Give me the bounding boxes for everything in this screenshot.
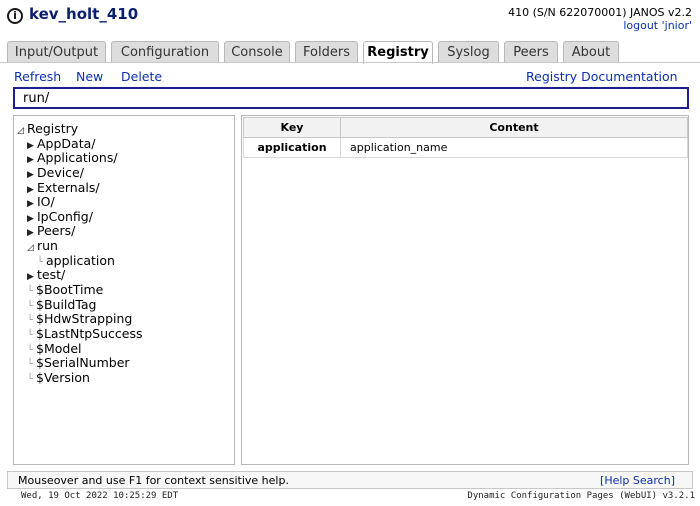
tree-item-label: Registry <box>27 121 79 136</box>
tree-branch-icon: └ <box>27 374 34 385</box>
tree-item-label: AppData/ <box>37 136 96 151</box>
device-name: kev_holt_410 <box>29 5 139 23</box>
collapsed-triangle-icon: ▶ <box>27 228 34 238</box>
tab-divider <box>0 62 700 63</box>
tree-item-label: Device/ <box>37 165 84 180</box>
expanded-triangle-icon: ◿ <box>27 243 34 253</box>
registry-path-input[interactable] <box>13 87 689 109</box>
tree-item-label: Peers/ <box>37 223 76 238</box>
registry-documentation-link[interactable]: Registry Documentation <box>526 69 678 84</box>
refresh-link[interactable]: Refresh <box>14 69 61 84</box>
tab-about[interactable]: About <box>563 41 619 63</box>
logout-link[interactable]: logout 'jnior' <box>508 19 692 32</box>
status-bar: Mouseover and use F1 for context sensiti… <box>7 471 693 489</box>
toolbar: Refresh New Delete Registry Documentatio… <box>0 68 700 86</box>
tab-console[interactable]: Console <box>224 41 290 63</box>
tree-item-label: $SerialNumber <box>36 355 130 370</box>
footer-timestamp: Wed, 19 Oct 2022 10:25:29 EDT <box>21 491 179 501</box>
tree-item-version[interactable]: └ $Version <box>27 371 90 387</box>
cell-key[interactable]: application <box>243 137 341 158</box>
cell-content[interactable]: application_name <box>340 137 688 158</box>
info-logo-icon: i <box>7 8 23 24</box>
tab-configuration[interactable]: Configuration <box>111 41 219 63</box>
tab-folders[interactable]: Folders <box>295 41 358 63</box>
tree-item-label: $BootTime <box>36 282 104 297</box>
tab-input-output[interactable]: Input/Output <box>7 41 106 63</box>
table-row[interactable]: application application_name <box>243 137 688 158</box>
tree-branch-icon: └ <box>27 330 34 341</box>
footer-version: Dynamic Configuration Pages (WebUI) v3.2… <box>467 491 695 501</box>
expanded-triangle-icon: ◿ <box>17 126 24 136</box>
help-hint-text: Mouseover and use F1 for context sensiti… <box>18 474 289 487</box>
tree-item-label: $Model <box>36 341 82 356</box>
tree-item-label: run <box>37 238 58 253</box>
collapsed-triangle-icon: ▶ <box>27 155 34 165</box>
tree-item-label: IpConfig/ <box>37 209 93 224</box>
tree-item-label: $HdwStrapping <box>36 311 133 326</box>
tab-registry[interactable]: Registry <box>363 41 433 64</box>
column-header-content[interactable]: Content <box>340 117 688 138</box>
registry-key-table: Key Content application application_name <box>243 117 688 158</box>
tab-syslog[interactable]: Syslog <box>438 41 499 63</box>
system-info: 410 (S/N 622070001) JANOS v2.2 logout 'j… <box>508 6 692 32</box>
tree-item-label: Externals/ <box>37 180 100 195</box>
tree-branch-icon: └ <box>27 286 34 297</box>
header: i kev_holt_410 410 (S/N 622070001) JANOS… <box>0 0 700 38</box>
tree-item-label: $LastNtpSuccess <box>36 326 143 341</box>
tab-peers[interactable]: Peers <box>504 41 558 63</box>
tree-branch-icon: └ <box>27 359 34 370</box>
new-link[interactable]: New <box>76 69 103 84</box>
registry-tree: ◿ Registry ▶ AppData/ ▶ Applications/ ▶ Devi… <box>13 115 235 465</box>
system-info-text: 410 (S/N 622070001) JANOS v2.2 <box>508 6 692 19</box>
tree-branch-icon: └ <box>27 315 34 326</box>
delete-link[interactable]: Delete <box>121 69 162 84</box>
tree-item-label: test/ <box>37 267 66 282</box>
tree-item-label: $Version <box>36 370 90 385</box>
collapsed-triangle-icon: ▶ <box>27 170 34 180</box>
tree-item-label: Applications/ <box>37 150 118 165</box>
tree-item-label: application <box>46 253 115 268</box>
column-header-key[interactable]: Key <box>243 117 341 138</box>
help-search-link[interactable]: [Help Search] <box>600 474 675 487</box>
tree-item-label: IO/ <box>37 194 55 209</box>
tree-item-label: $BuildTag <box>36 297 97 312</box>
registry-content-panel: Key Content application application_name <box>241 115 689 465</box>
collapsed-triangle-icon: ▶ <box>27 199 34 209</box>
